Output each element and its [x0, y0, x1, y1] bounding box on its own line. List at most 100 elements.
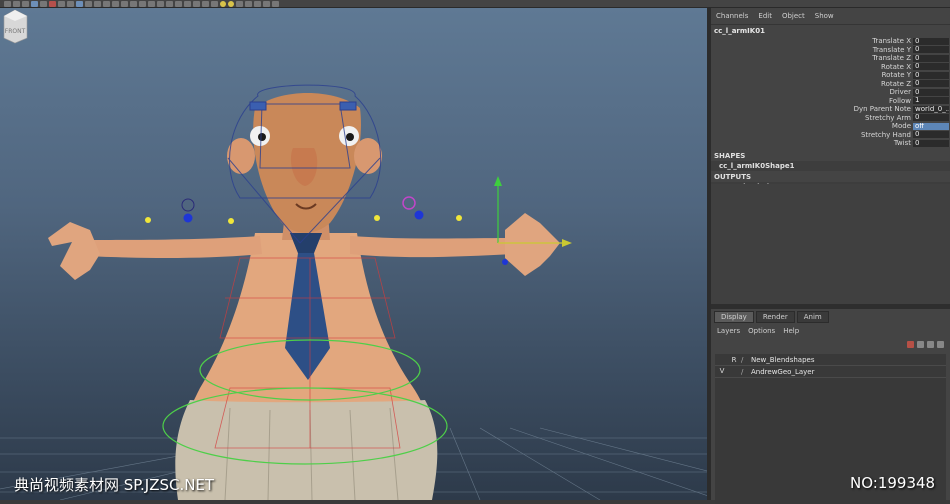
attribute-value[interactable]: world_0_... [913, 105, 949, 113]
visibility-toggle[interactable] [717, 355, 727, 364]
attribute-row[interactable]: Rotate Z0 [711, 80, 950, 89]
attribute-value[interactable]: 0 [913, 88, 949, 96]
menu-object[interactable]: Object [782, 12, 805, 20]
attribute-row[interactable]: Dyn Parent Note world_0_... [711, 105, 950, 114]
tool-icon[interactable] [236, 0, 243, 7]
attribute-row[interactable]: Rotate Y0 [711, 71, 950, 80]
display-type-toggle[interactable]: R [727, 356, 741, 364]
layer-row[interactable]: V / AndrewGeo_Layer [715, 366, 946, 378]
tool-icon[interactable] [157, 0, 164, 7]
shape-item[interactable]: cc_l_armIK0Shape1 [711, 160, 950, 171]
menu-channels[interactable]: Channels [716, 12, 748, 20]
tool-icon[interactable] [4, 0, 11, 7]
tool-icon[interactable] [85, 0, 92, 7]
move-down-icon[interactable] [937, 341, 944, 348]
layer-editor: Display Render Anim Layers Options Help … [711, 309, 950, 504]
tool-icon[interactable] [175, 0, 182, 7]
tool-icon[interactable] [121, 0, 128, 7]
attribute-name: Translate Y [872, 45, 911, 54]
tool-icon[interactable] [148, 0, 155, 7]
move-up-icon[interactable] [927, 341, 934, 348]
attribute-row[interactable]: Translate Y0 [711, 46, 950, 55]
attribute-name: Stretchy Hand [860, 130, 911, 139]
menu-edit[interactable]: Edit [758, 12, 772, 20]
tool-icon[interactable] [40, 0, 47, 7]
tab-display[interactable]: Display [714, 311, 754, 323]
layer-tools [711, 337, 950, 350]
character-pants [175, 400, 438, 500]
viewcube-label: FRONT [5, 28, 26, 35]
attribute-value[interactable]: 0 [913, 63, 949, 71]
visibility-toggle[interactable]: V [717, 367, 727, 376]
viewcube[interactable]: FRONT [0, 8, 30, 44]
layer-selected-icon[interactable] [917, 341, 924, 348]
tool-icon[interactable] [245, 0, 252, 7]
layer-name[interactable]: New_Blendshapes [751, 356, 814, 364]
attribute-row[interactable]: Translate Z0 [711, 54, 950, 63]
attribute-name: Translate X [872, 37, 911, 46]
attribute-value[interactable]: 0 [913, 71, 949, 79]
tab-anim[interactable]: Anim [796, 311, 829, 323]
attribute-row[interactable]: Translate X0 [711, 37, 950, 46]
tool-icon[interactable] [130, 0, 137, 7]
node-name[interactable]: cc_l_armIK01 [711, 25, 950, 37]
tool-icon[interactable] [202, 0, 209, 7]
character-right-ear [354, 138, 382, 174]
attribute-value[interactable]: 0 [913, 37, 949, 45]
tool-icon[interactable] [211, 0, 218, 7]
attribute-row[interactable]: Stretchy Arm 0 [711, 114, 950, 123]
attribute-value[interactable]: 0 [913, 114, 949, 122]
new-layer-icon[interactable] [907, 341, 914, 348]
menu-help[interactable]: Help [783, 327, 799, 335]
tool-icon[interactable] [193, 0, 200, 7]
tab-render[interactable]: Render [755, 311, 795, 323]
menu-options[interactable]: Options [748, 327, 775, 335]
tool-icon[interactable] [31, 0, 38, 7]
shapes-title: SHAPES [714, 151, 746, 160]
tool-icon[interactable] [263, 0, 270, 7]
color-swatch-icon[interactable]: / [741, 356, 751, 364]
attribute-value[interactable]: 0 [913, 80, 949, 88]
attribute-name: Translate Z [872, 54, 911, 63]
light-icon[interactable] [228, 0, 234, 7]
attribute-value[interactable]: 0 [913, 139, 949, 147]
attribute-row[interactable]: Stretchy Hand 0 [711, 131, 950, 140]
attribute-row[interactable]: Rotate X0 [711, 63, 950, 72]
layer-row[interactable]: R / New_Blendshapes [715, 354, 946, 366]
tool-icon[interactable] [112, 0, 119, 7]
tool-icon[interactable] [184, 0, 191, 7]
character-left-arm [85, 236, 262, 258]
tool-icon[interactable] [254, 0, 261, 7]
tool-icon[interactable] [76, 0, 83, 7]
attribute-value[interactable]: 0 [913, 46, 949, 54]
menu-layers[interactable]: Layers [717, 327, 740, 335]
tool-icon[interactable] [49, 0, 56, 7]
attribute-value[interactable]: off [913, 122, 949, 130]
tool-icon[interactable] [103, 0, 110, 7]
attribute-row[interactable]: Follow 1 [711, 97, 950, 106]
tool-icon[interactable] [13, 0, 20, 7]
attribute-name: Twist [893, 139, 911, 148]
attribute-name: Follow [889, 96, 911, 105]
tool-icon[interactable] [166, 0, 173, 7]
layer-name[interactable]: AndrewGeo_Layer [751, 368, 814, 376]
attribute-value[interactable]: 0 [913, 54, 949, 62]
attribute-row[interactable]: Driver 0 [711, 88, 950, 97]
tool-icon[interactable] [94, 0, 101, 7]
menu-show[interactable]: Show [815, 12, 834, 20]
attribute-row[interactable]: Twist 0 [711, 139, 950, 148]
3d-viewport[interactable]: FRONT [0, 8, 707, 500]
tool-icon[interactable] [272, 0, 279, 7]
color-swatch-icon[interactable]: / [741, 368, 751, 376]
tool-icon[interactable] [67, 0, 74, 7]
tool-icon[interactable] [22, 0, 29, 7]
light-icon[interactable] [220, 0, 226, 7]
attribute-name: Rotate X [881, 62, 911, 71]
tool-icon[interactable] [58, 0, 65, 7]
attribute-name: Dyn Parent Note [853, 105, 911, 114]
attribute-value[interactable]: 0 [913, 131, 949, 139]
attribute-name: Mode [891, 122, 911, 131]
attribute-value[interactable]: 1 [913, 97, 949, 105]
attribute-row-selected[interactable]: Mode off [711, 122, 950, 131]
tool-icon[interactable] [139, 0, 146, 7]
